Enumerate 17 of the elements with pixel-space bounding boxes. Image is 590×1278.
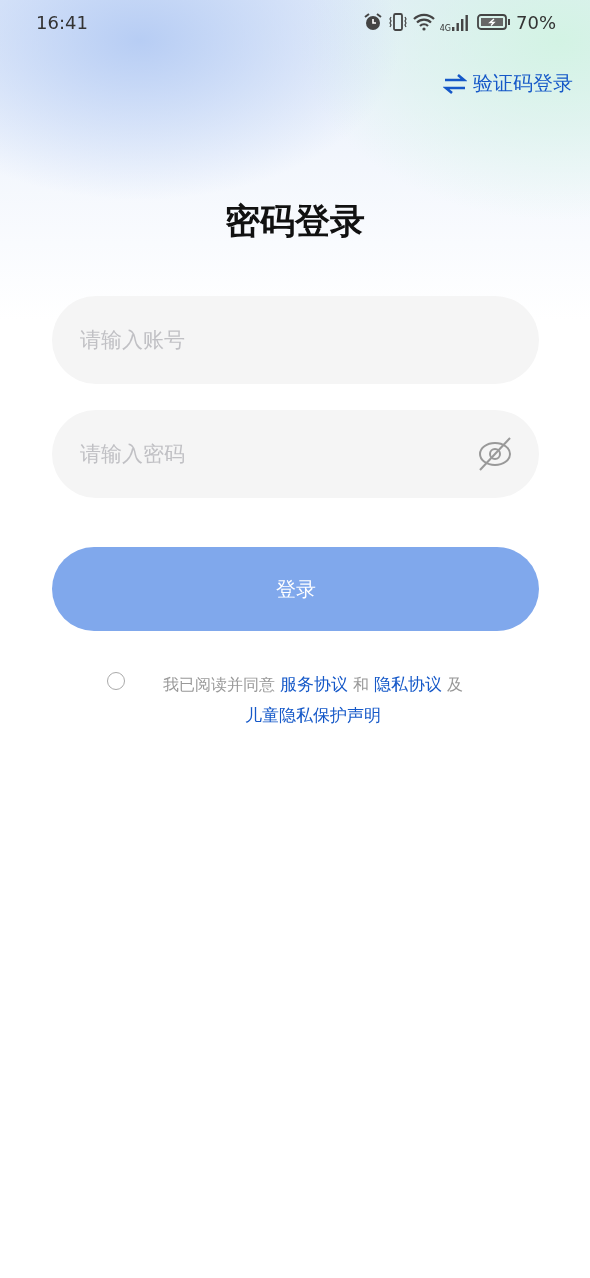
alarm-icon [362, 12, 383, 32]
agree-checkbox[interactable] [107, 672, 125, 690]
clock-time: 16:41 [36, 11, 89, 33]
signal-icon [452, 13, 468, 31]
battery-percent: 70% [516, 11, 556, 33]
agreement-text: 我已阅读并同意 服务协议 和 隐私协议 及 儿童隐私保护声明 [161, 673, 465, 727]
switch-icon [443, 72, 467, 95]
policy-link[interactable]: 服务协议 [279, 674, 348, 694]
policy-link[interactable]: 隐私协议 [374, 674, 443, 694]
network-type: 4G [439, 23, 451, 33]
page-title: 密码登录 [224, 200, 366, 243]
policy-link[interactable]: 儿童隐私保护声明 [245, 705, 381, 725]
vibrate-icon [387, 12, 408, 32]
eye-off-icon[interactable] [476, 435, 514, 473]
battery-icon [477, 13, 511, 31]
wifi-icon [412, 13, 435, 31]
code-login-link[interactable]: 验证码登录 [443, 70, 573, 97]
